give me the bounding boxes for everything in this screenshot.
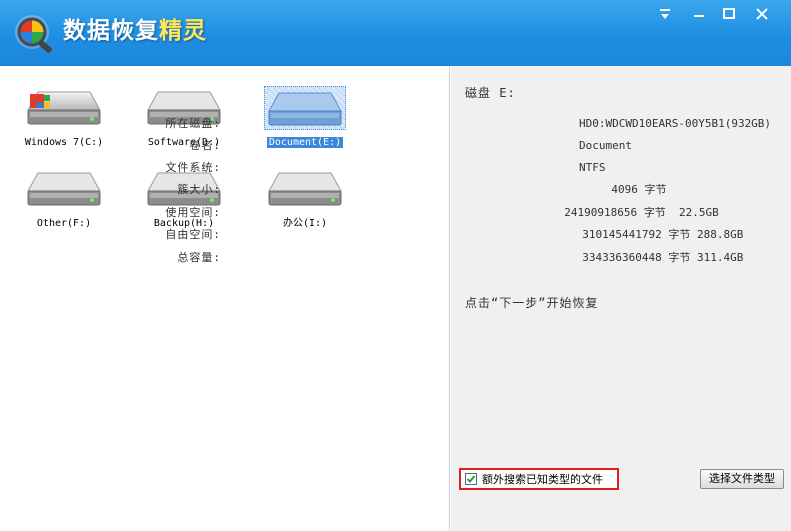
minimize-icon	[694, 15, 704, 17]
drive-label: Other(F:)	[36, 218, 92, 229]
close-button[interactable]	[749, 4, 775, 24]
extra-search-option: 额外搜索已知类型的文件	[459, 468, 619, 490]
next-step-hint: 点击“下一步”开始恢复	[465, 296, 599, 310]
drive-label: 办公(I:)	[282, 218, 328, 229]
info-value: 310145441792 字节 288.8GB	[569, 228, 744, 241]
info-value: 4096 字节	[565, 183, 667, 196]
drive-panel: Windows 7(C:) Software(D:) Document(E:)	[0, 66, 450, 531]
info-value: 24190918656 字节 22.5GB	[551, 206, 719, 219]
info-value: NTFS	[579, 161, 606, 174]
app-title: 数据恢复精灵	[63, 18, 207, 44]
info-label: 所在磁盘:	[165, 117, 221, 130]
info-value: Document	[579, 139, 632, 152]
disk-title: 磁盘 E:	[465, 86, 516, 100]
magnifier-logo-icon	[15, 15, 52, 53]
drive-label: Document(E:)	[266, 137, 344, 148]
drive-item-c[interactable]: Windows 7(C:)	[4, 86, 124, 158]
maximize-icon	[723, 8, 735, 19]
extra-search-checkbox[interactable]	[465, 473, 477, 485]
drive-item-f[interactable]: Other(F:)	[4, 167, 124, 239]
minimize-down-arrow-button[interactable]	[652, 4, 678, 24]
minimize-button[interactable]	[686, 4, 712, 24]
info-value: 334336360448 字节 311.4GB	[569, 251, 744, 264]
select-file-types-button[interactable]: 选择文件类型	[700, 469, 784, 489]
title-bar: 数据恢复精灵	[0, 0, 791, 66]
maximize-button[interactable]	[716, 4, 742, 24]
windows-hdd-icon	[27, 91, 101, 125]
info-label: 簇大小:	[177, 183, 221, 196]
drive-label: Windows 7(C:)	[24, 137, 104, 148]
drive-item-i[interactable]: 办公(I:)	[245, 167, 365, 239]
close-icon	[756, 8, 768, 20]
hdd-icon	[268, 92, 342, 126]
info-label: 使用空间:	[165, 206, 221, 219]
info-label: 自由空间:	[165, 228, 221, 241]
info-label: 总容量:	[177, 251, 221, 264]
hdd-icon	[27, 172, 101, 206]
hdd-icon	[268, 172, 342, 206]
disk-info-panel: 磁盘 E: 所在磁盘: HD0:WDCWD10EARS-00Y5B1(932GB…	[165, 66, 791, 531]
checkmark-icon	[466, 475, 476, 483]
info-value: HD0:WDCWD10EARS-00Y5B1(932GB)	[579, 117, 772, 130]
drive-item-e[interactable]: Document(E:)	[245, 86, 365, 158]
info-label: 卷名:	[189, 139, 221, 152]
info-label: 文件系统:	[165, 161, 221, 174]
minimize-down-arrow-icon	[660, 9, 670, 19]
extra-search-label: 额外搜索已知类型的文件	[482, 474, 603, 486]
